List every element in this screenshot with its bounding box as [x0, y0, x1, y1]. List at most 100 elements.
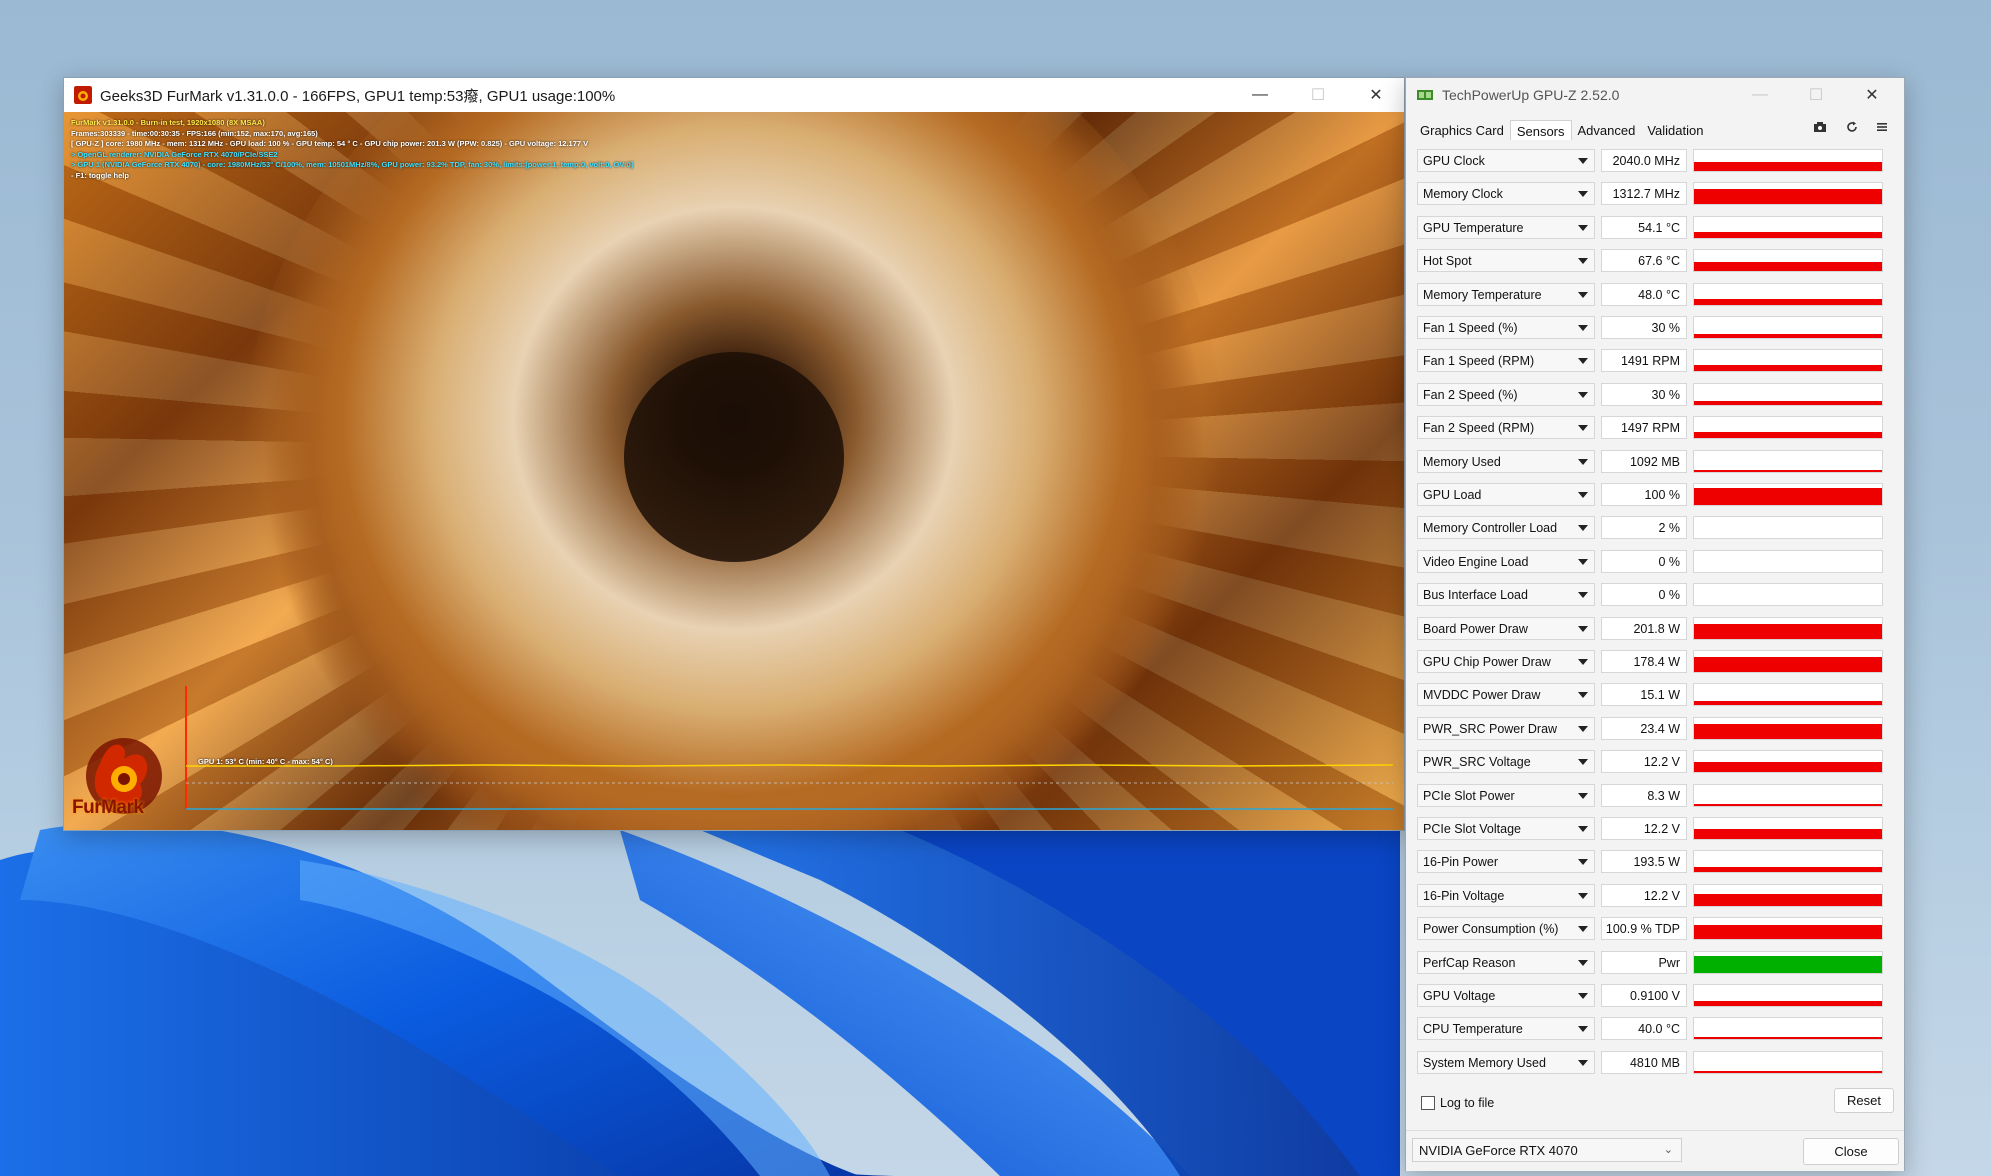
sensor-name-dropdown[interactable]: Memory Temperature: [1417, 282, 1595, 306]
sensor-value: 0.9100 V: [1629, 989, 1680, 1003]
sensor-name-dropdown[interactable]: GPU Temperature: [1417, 215, 1595, 239]
sensor-name-dropdown[interactable]: PerfCap Reason: [1417, 950, 1595, 974]
sensor-name: Hot Spot: [1423, 254, 1472, 269]
sensor-name-dropdown[interactable]: GPU Voltage: [1417, 984, 1595, 1007]
close-button[interactable]: ✕: [1348, 78, 1404, 112]
sensor-name-dropdown[interactable]: Memory Clock: [1417, 182, 1595, 206]
sensor-graph: [1693, 282, 1883, 306]
sensor-value: 12.2 V: [1643, 755, 1680, 770]
sensor-graph: [1693, 650, 1883, 673]
sensor-row: MVDDC Power Draw 15.1 W: [1417, 681, 1900, 708]
sensor-name-dropdown[interactable]: PCIe Slot Voltage: [1417, 817, 1595, 840]
gpuz-titlebar[interactable]: TechPowerUp GPU-Z 2.52.0 — ☐ ✕: [1406, 78, 1904, 112]
sensor-name-dropdown[interactable]: Memory Controller Load: [1417, 516, 1595, 540]
sensor-row: Power Consumption (%) 100.9 % TDP: [1417, 915, 1900, 942]
dropdown-arrow-icon: [1578, 826, 1588, 832]
sensor-value: 2040.0 MHz: [1612, 154, 1680, 168]
dropdown-arrow-icon: [1578, 224, 1588, 231]
sensor-graph-bar: [1694, 701, 1882, 706]
sensor-name-dropdown[interactable]: GPU Clock: [1417, 149, 1595, 172]
sensor-graph: [1693, 449, 1883, 473]
sensor-name-dropdown[interactable]: Power Consumption (%): [1417, 917, 1595, 941]
sensor-graph: [1693, 750, 1883, 774]
menu-icon[interactable]: [1872, 121, 1892, 139]
gpuz-bottom-bar: NVIDIA GeForce RTX 4070 ⌄ Close: [1406, 1130, 1904, 1171]
sensor-graph-bar: [1694, 431, 1882, 439]
sensor-name-dropdown[interactable]: Fan 2 Speed (%): [1417, 382, 1595, 406]
sensor-name-dropdown[interactable]: GPU Chip Power Draw: [1417, 650, 1595, 673]
dropdown-arrow-icon: [1578, 291, 1588, 298]
sensor-name-dropdown[interactable]: CPU Temperature: [1417, 1017, 1595, 1041]
dropdown-arrow-icon: [1578, 325, 1588, 331]
refresh-icon[interactable]: [1842, 121, 1862, 139]
sensor-graph-bar: [1694, 261, 1882, 272]
sensor-name: MVDDC Power Draw: [1423, 688, 1541, 703]
sensor-name-dropdown[interactable]: Fan 1 Speed (%): [1417, 316, 1595, 339]
sensor-name-dropdown[interactable]: MVDDC Power Draw: [1417, 683, 1595, 707]
furmark-titlebar[interactable]: Geeks3D FurMark v1.31.0.0 - 166FPS, GPU1…: [64, 78, 1404, 112]
sensor-row: Memory Temperature 48.0 °C: [1417, 281, 1900, 308]
sensor-name: Memory Clock: [1423, 187, 1503, 202]
sensor-name-dropdown[interactable]: GPU Load: [1417, 483, 1595, 506]
sensor-value: 30 %: [1651, 387, 1681, 402]
tab-validation[interactable]: Validation: [1641, 120, 1709, 140]
gpu-select-dropdown[interactable]: NVIDIA GeForce RTX 4070 ⌄: [1412, 1138, 1682, 1162]
maximize-button[interactable]: ☐: [1290, 78, 1346, 112]
dropdown-arrow-icon: [1578, 458, 1588, 465]
tab-sensors[interactable]: Sensors: [1509, 120, 1572, 140]
sensor-name-dropdown[interactable]: Video Engine Load: [1417, 549, 1595, 573]
sensor-name-dropdown[interactable]: PCIe Slot Power: [1417, 783, 1595, 807]
log-to-file-checkbox[interactable]: [1421, 1096, 1435, 1110]
sensor-graph: [1693, 416, 1883, 440]
sensor-row: System Memory Used 4810 MB: [1417, 1049, 1900, 1076]
sensor-value: 178.4 W: [1633, 655, 1680, 669]
camera-icon[interactable]: [1810, 121, 1830, 139]
sensor-graph-bar: [1694, 657, 1882, 672]
sensor-name-dropdown[interactable]: Fan 2 Speed (RPM): [1417, 416, 1595, 440]
gpuz-maximize-button[interactable]: ☐: [1788, 78, 1844, 112]
gpuz-close-button[interactable]: ✕: [1844, 78, 1900, 112]
maximize-icon: ☐: [1808, 87, 1824, 104]
sensor-name: PCIe Slot Voltage: [1423, 822, 1521, 836]
sensor-name: PWR_SRC Power Draw: [1423, 721, 1558, 736]
sensor-name: Bus Interface Load: [1423, 588, 1528, 603]
sensor-name-dropdown[interactable]: 16-Pin Power: [1417, 850, 1595, 874]
dropdown-arrow-icon: [1578, 692, 1588, 699]
sensor-graph-bar: [1694, 537, 1882, 539]
sensor-name-dropdown[interactable]: Board Power Draw: [1417, 616, 1595, 640]
dropdown-arrow-icon: [1578, 158, 1588, 164]
minimize-button[interactable]: —: [1232, 78, 1288, 112]
sensor-value: 4810 MB: [1629, 1055, 1680, 1070]
sensor-name-dropdown[interactable]: Bus Interface Load: [1417, 583, 1595, 607]
sensor-value-field: 12.2 V: [1601, 750, 1687, 774]
furmark-logo-text: FurMark: [72, 797, 144, 818]
tab-advanced[interactable]: Advanced: [1572, 120, 1642, 140]
sensor-name-dropdown[interactable]: PWR_SRC Power Draw: [1417, 716, 1595, 740]
sensor-value: 15.1 W: [1640, 688, 1680, 703]
sensor-name: System Memory Used: [1423, 1055, 1546, 1070]
sensor-value-field: 30 %: [1601, 316, 1687, 339]
sensor-value-field: 12.2 V: [1601, 883, 1687, 907]
tab-graphics-card[interactable]: Graphics Card: [1414, 120, 1510, 140]
sensor-row: PCIe Slot Power 8.3 W: [1417, 782, 1900, 809]
maximize-icon: ☐: [1310, 87, 1326, 104]
sensor-name-dropdown[interactable]: Fan 1 Speed (RPM): [1417, 349, 1595, 373]
dropdown-arrow-icon: [1578, 191, 1588, 198]
sensor-value-field: 40.0 °C: [1601, 1017, 1687, 1041]
close-dialog-button[interactable]: Close: [1803, 1138, 1899, 1165]
sensor-value-field: Pwr: [1601, 950, 1687, 974]
sensor-value-field: 23.4 W: [1601, 716, 1687, 740]
sensor-name-dropdown[interactable]: System Memory Used: [1417, 1050, 1595, 1074]
sensor-name-dropdown[interactable]: Hot Spot: [1417, 249, 1595, 273]
sensor-value: 12.2 V: [1643, 888, 1680, 903]
gpuz-minimize-button[interactable]: —: [1732, 78, 1788, 112]
sensor-value: 40.0 °C: [1638, 1022, 1680, 1037]
dropdown-arrow-icon: [1578, 959, 1588, 966]
log-to-file-row[interactable]: Log to file: [1421, 1096, 1494, 1110]
sensor-graph-bar: [1694, 828, 1882, 839]
sensor-name-dropdown[interactable]: Memory Used: [1417, 449, 1595, 473]
reset-button[interactable]: Reset: [1834, 1088, 1894, 1113]
sensor-name-dropdown[interactable]: PWR_SRC Voltage: [1417, 750, 1595, 774]
furmark-app-icon: [74, 86, 92, 104]
sensor-name-dropdown[interactable]: 16-Pin Voltage: [1417, 883, 1595, 907]
